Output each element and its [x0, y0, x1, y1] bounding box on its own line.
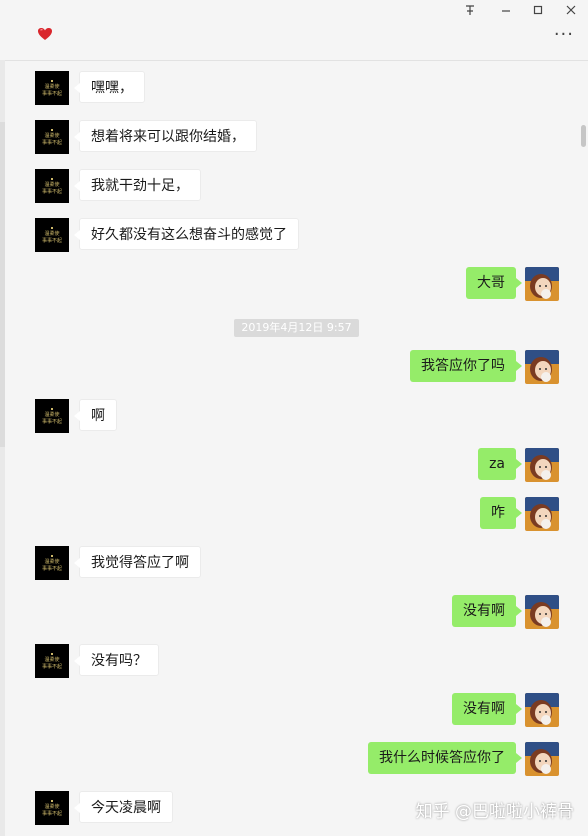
contact-avatar[interactable]: 温柔使 事事不起	[35, 120, 69, 154]
message-bubble[interactable]: 好久都没有这么想奋斗的感觉了	[74, 218, 299, 250]
sent-message: za	[0, 448, 588, 488]
message-bubble[interactable]: 我什么时候答应你了	[368, 742, 522, 774]
my-avatar[interactable]	[525, 742, 559, 776]
close-icon[interactable]	[560, 4, 582, 20]
message-bubble[interactable]: 没有吗？	[74, 644, 159, 676]
received-message: 温柔使 事事不起 想着将来可以跟你结婚，	[0, 120, 588, 160]
contact-avatar[interactable]: 温柔使 事事不起	[35, 644, 69, 678]
my-avatar[interactable]	[525, 350, 559, 384]
message-bubble[interactable]: 没有啊	[452, 693, 522, 725]
more-options-button[interactable]: ···	[554, 26, 574, 44]
watermark: 知乎 @巴啦啦小裤骨	[415, 802, 574, 822]
message-bubble[interactable]: 想着将来可以跟你结婚，	[74, 120, 257, 152]
chat-header: ···	[0, 0, 588, 61]
received-message: 温柔使 事事不起 好久都没有这么想奋斗的感觉了	[0, 218, 588, 258]
message-bubble[interactable]: 今天凌晨啊	[74, 791, 173, 823]
my-avatar[interactable]	[525, 267, 559, 301]
message-bubble[interactable]: 我答应你了吗	[410, 350, 522, 382]
message-bubble[interactable]: 咋	[480, 497, 522, 529]
received-message: 温柔使 事事不起 没有吗？	[0, 644, 588, 684]
contact-avatar[interactable]: 温柔使 事事不起	[35, 791, 69, 825]
message-bubble[interactable]: 嘿嘿，	[74, 71, 145, 103]
sent-message: 没有啊	[0, 595, 588, 635]
contact-avatar[interactable]: 温柔使 事事不起	[35, 399, 69, 433]
contact-avatar[interactable]: 温柔使 事事不起	[35, 169, 69, 203]
contact-avatar[interactable]: 温柔使 事事不起	[35, 546, 69, 580]
received-message: 温柔使 事事不起 我就干劲十足，	[0, 169, 588, 209]
message-bubble[interactable]: 我觉得答应了啊	[74, 546, 201, 578]
message-bubble[interactable]: 我就干劲十足，	[74, 169, 201, 201]
received-message: 温柔使 事事不起 我觉得答应了啊	[0, 546, 588, 586]
maximize-icon[interactable]	[527, 4, 549, 20]
my-avatar[interactable]	[525, 448, 559, 482]
sent-message: 没有啊	[0, 693, 588, 733]
sent-message: 咋	[0, 497, 588, 537]
my-avatar[interactable]	[525, 497, 559, 531]
message-bubble[interactable]: 没有啊	[452, 595, 522, 627]
my-avatar[interactable]	[525, 693, 559, 727]
received-message: 温柔使 事事不起啊	[0, 399, 588, 439]
pin-icon[interactable]	[459, 4, 481, 20]
sent-message: 我什么时候答应你了	[0, 742, 588, 782]
my-avatar[interactable]	[525, 595, 559, 629]
timestamp: 2019年4月12日 9:57	[234, 319, 359, 337]
contact-avatar[interactable]: 温柔使 事事不起	[35, 71, 69, 105]
message-bubble[interactable]: 大哥	[466, 267, 522, 299]
minimize-icon[interactable]	[495, 4, 517, 20]
received-message: 温柔使 事事不起 嘿嘿，	[0, 71, 588, 111]
sent-message: 大哥	[0, 267, 588, 307]
contact-avatar[interactable]: 温柔使 事事不起	[35, 218, 69, 252]
sent-message: 我答应你了吗	[0, 350, 588, 390]
message-bubble[interactable]: 啊	[74, 399, 117, 431]
heart-icon	[37, 26, 53, 40]
message-bubble[interactable]: za	[478, 448, 522, 480]
